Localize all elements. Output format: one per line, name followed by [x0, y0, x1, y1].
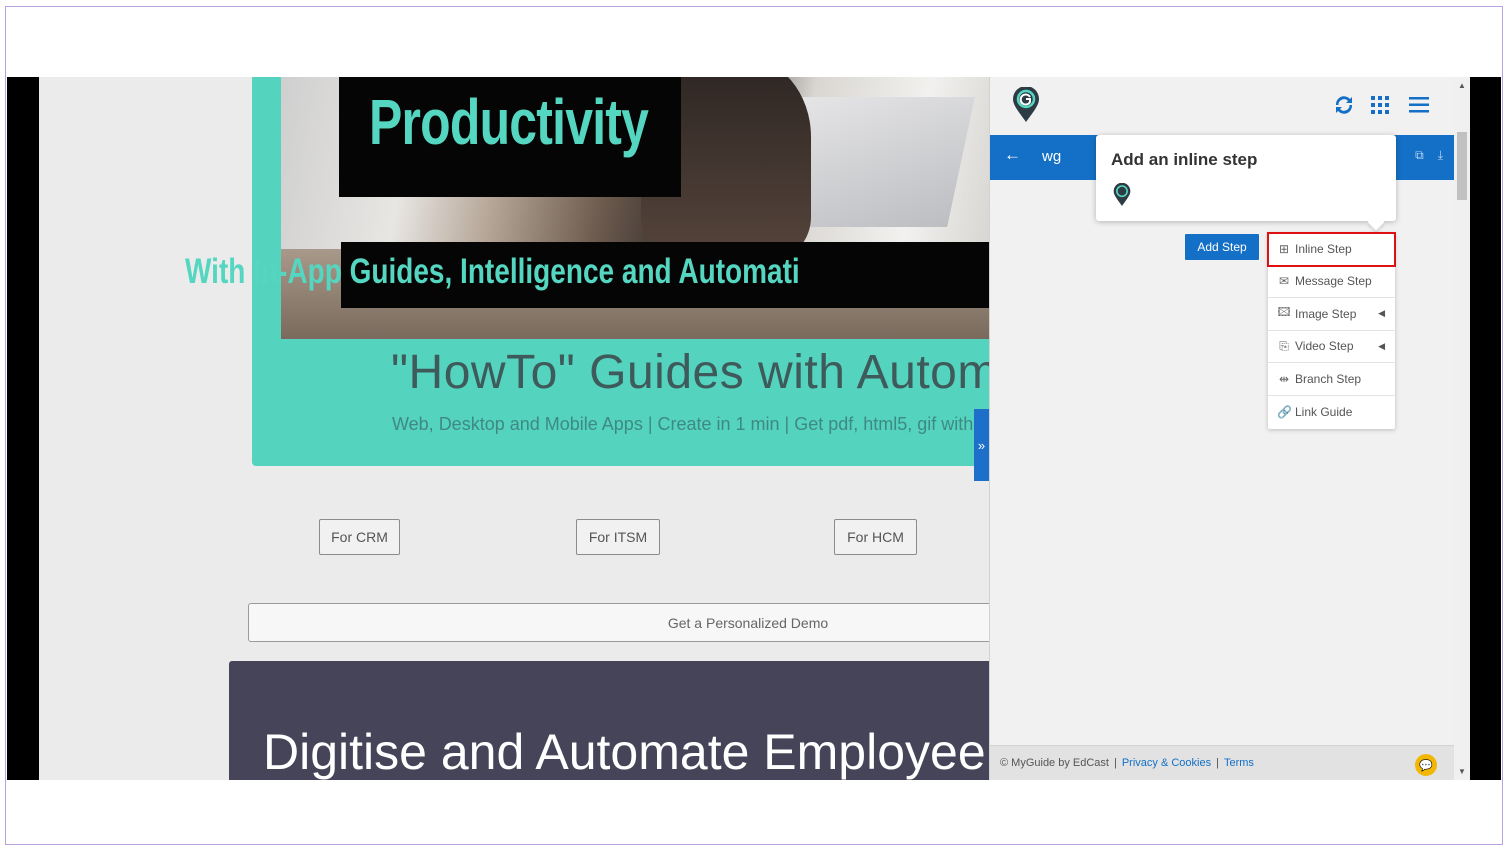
howto-subheading: Web, Desktop and Mobile Apps | Create in…	[392, 414, 989, 434]
scrollbar-thumb[interactable]	[1457, 132, 1467, 200]
panel-header	[990, 77, 1455, 135]
menu-item-label: Link Guide	[1295, 404, 1353, 419]
browser-viewport: Productivity With In-App Guides, Intelli…	[7, 77, 1501, 780]
howto-heading: "HowTo" Guides with Autom	[391, 346, 989, 399]
branch-icon: ⇹	[1278, 371, 1290, 386]
back-arrow-icon[interactable]: ←	[1004, 145, 1021, 165]
footer-separator: |	[1216, 757, 1219, 769]
scroll-up-icon[interactable]: ▲	[1458, 81, 1466, 90]
video-icon: ⎘	[1279, 338, 1289, 353]
employee-section-heading: Digitise and Automate Employee	[263, 724, 986, 780]
refresh-icon[interactable]	[1332, 93, 1356, 117]
caret-left-icon: ◀	[1378, 340, 1385, 351]
menu-item-inline-step[interactable]: ⊞ Inline Step	[1267, 232, 1396, 267]
menu-item-video-step[interactable]: ⎘ Video Step ◀	[1268, 331, 1395, 363]
apps-grid-icon[interactable]	[1370, 95, 1390, 115]
for-crm-button[interactable]: For CRM	[319, 519, 400, 555]
myguide-logo-icon	[1013, 87, 1039, 122]
hero-title: Productivity	[369, 86, 649, 158]
menu-item-label: Branch Step	[1295, 371, 1362, 386]
menu-icon[interactable]	[1408, 95, 1430, 115]
menu-item-label: Inline Step	[1295, 241, 1352, 256]
footer-separator: |	[1113, 757, 1117, 769]
link-icon: 🔗	[1277, 404, 1292, 419]
copyright-text: © MyGuide by EdCast	[1000, 757, 1109, 769]
menu-item-branch-step[interactable]: ⇹ Branch Step	[1268, 363, 1395, 396]
scroll-down-icon[interactable]: ▼	[1458, 767, 1466, 776]
inline-step-icon: ⊞	[1278, 241, 1290, 256]
collapse-panel-button[interactable]: »	[974, 409, 989, 481]
menu-item-label: Message Step	[1295, 274, 1372, 289]
personalized-demo-button[interactable]: Get a Personalized Demo	[248, 603, 989, 642]
for-itsm-button[interactable]: For ITSM	[576, 519, 660, 555]
privacy-link[interactable]: Privacy & Cookies	[1122, 757, 1211, 769]
chat-icon[interactable]: 💬	[1415, 754, 1437, 776]
translate-icon[interactable]: ⧉	[1415, 148, 1424, 163]
double-chevron-icon: »	[977, 437, 986, 453]
scrollbar[interactable]: ▲ ▼	[1454, 77, 1470, 780]
menu-item-message-step[interactable]: ✉ Message Step	[1268, 266, 1395, 298]
menu-item-link-guide[interactable]: 🔗 Link Guide	[1268, 396, 1395, 429]
download-icon[interactable]: ⤓	[1438, 148, 1443, 163]
envelope-icon: ✉	[1278, 274, 1290, 289]
menu-item-label: Video Step	[1295, 339, 1354, 354]
caret-left-icon: ◀	[1378, 308, 1385, 319]
terms-link[interactable]: Terms	[1224, 757, 1254, 769]
image-icon: 🖾	[1277, 305, 1291, 320]
hero-subtitle: With In-App Guides, Intelligence and Aut…	[185, 252, 800, 291]
for-hcm-button[interactable]: For HCM	[834, 519, 917, 555]
toolbar-icons: ⧉ ⤓	[1415, 148, 1443, 163]
myguide-panel: ← wg ⧉ ⤓ Add an inline step Add Step ⊞ I…	[989, 77, 1455, 780]
guide-name: wg	[1042, 148, 1062, 165]
menu-item-label: Image Step	[1295, 306, 1357, 321]
step-type-menu: ⊞ Inline Step ✉ Message Step 🖾 Image Ste…	[1267, 232, 1396, 429]
add-step-button[interactable]: Add Step	[1185, 234, 1259, 260]
hero-image: Productivity	[281, 77, 989, 339]
website-content: Productivity With In-App Guides, Intelli…	[39, 77, 989, 780]
myguide-logo-icon	[1113, 183, 1131, 206]
menu-item-image-step[interactable]: 🖾 Image Step ◀	[1268, 298, 1395, 331]
tooltip: Add an inline step	[1096, 135, 1396, 221]
panel-footer: © MyGuide by EdCast | Privacy & Cookies …	[990, 745, 1455, 780]
tooltip-title: Add an inline step	[1111, 150, 1258, 169]
